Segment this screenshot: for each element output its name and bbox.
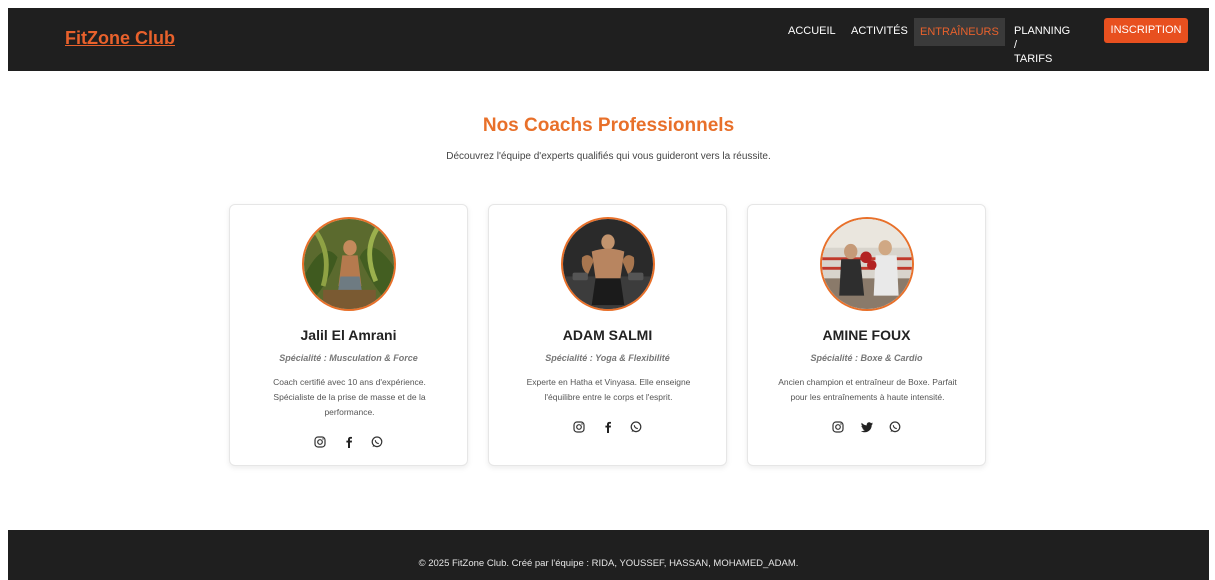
instagram-icon[interactable] — [312, 434, 328, 450]
coach-name: AMINE FOUX — [822, 327, 911, 343]
coach-name: Jalil El Amrani — [300, 327, 397, 343]
instagram-icon[interactable] — [571, 419, 587, 435]
desc-line: performance. — [324, 407, 375, 417]
coach-specialty: Spécialité : Musculation & Force — [279, 353, 418, 363]
facebook-icon[interactable] — [600, 419, 616, 435]
coach-name: ADAM SALMI — [562, 327, 653, 343]
whatsapp-icon[interactable] — [887, 419, 903, 435]
whatsapp-icon[interactable] — [628, 419, 644, 435]
desc-line: Coach certifié avec 10 ans d'expérience. — [273, 377, 426, 387]
coach-card-amine: AMINE FOUX Spécialité : Boxe & Cardio An… — [747, 204, 986, 466]
coach-specialty: Spécialité : Yoga & Flexibilité — [545, 353, 670, 363]
site-logo[interactable]: FitZone Club — [65, 28, 175, 49]
site-footer: © 2025 FitZone Club. Créé par l'équipe :… — [8, 530, 1209, 580]
page-title: Nos Coachs Professionnels — [482, 115, 735, 136]
coach-socials — [489, 418, 726, 436]
nav-accueil[interactable]: ACCUEIL — [788, 24, 836, 38]
inscription-button[interactable]: INSCRIPTION — [1104, 18, 1188, 43]
whatsapp-icon[interactable] — [369, 434, 385, 450]
coach-specialty: Spécialité : Boxe & Cardio — [810, 353, 923, 363]
facebook-icon[interactable] — [341, 434, 357, 450]
instagram-icon[interactable] — [830, 419, 846, 435]
desc-line: Spécialiste de la prise de masse et de l… — [273, 392, 426, 402]
nav-planning-tarifs[interactable]: PLANNING / TARIFS — [1014, 24, 1070, 66]
page-subtitle: Découvrez l'équipe d'experts qualifiés q… — [446, 151, 771, 162]
nav-planning-line1: PLANNING / — [1014, 25, 1071, 51]
nav-entraineurs[interactable]: ENTRAÎNEURS — [914, 18, 1005, 46]
coach-photo-adam — [561, 217, 655, 311]
nav-activites[interactable]: ACTIVITÉS — [851, 24, 908, 38]
coach-socials — [748, 418, 985, 436]
site-header: FitZone Club ACCUEIL ACTIVITÉS ENTRAÎNEU… — [8, 8, 1209, 71]
desc-line: l'équilibre entre le corps et l'esprit. — [544, 392, 673, 402]
coach-description: Ancien champion et entraîneur de Boxe. P… — [768, 375, 967, 405]
nav-planning-line2: TARIFS — [1014, 53, 1053, 65]
coach-photo-jalil — [302, 217, 396, 311]
coach-description: Coach certifié avec 10 ans d'expérience.… — [250, 375, 449, 420]
desc-line: Ancien champion et entraîneur de Boxe. P… — [778, 377, 957, 387]
coach-card-jalil: Jalil El Amrani Spécialité : Musculation… — [229, 204, 468, 466]
page: FitZone Club ACCUEIL ACTIVITÉS ENTRAÎNEU… — [8, 8, 1209, 580]
coach-card-adam: ADAM SALMI Spécialité : Yoga & Flexibili… — [488, 204, 727, 466]
desc-line: Experte en Hatha et Vinyasa. Elle enseig… — [526, 377, 691, 387]
desc-line: pour les entraînements à haute intensité… — [790, 392, 945, 402]
footer-copyright: © 2025 FitZone Club. Créé par l'équipe :… — [418, 558, 799, 569]
coach-description: Experte en Hatha et Vinyasa. Elle enseig… — [509, 375, 708, 405]
coach-socials — [230, 433, 467, 451]
twitter-icon[interactable] — [859, 419, 875, 435]
coach-photo-amine — [820, 217, 914, 311]
